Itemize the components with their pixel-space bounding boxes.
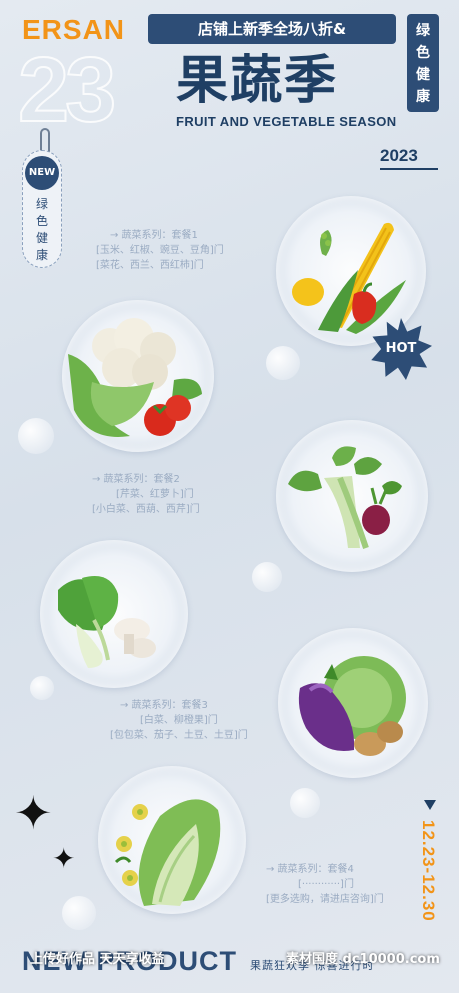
- set-2-line-3: [小白菜、西葫、西芹]门: [92, 504, 200, 515]
- deco-bubble: [30, 676, 54, 700]
- date-range: 12.23-12.30: [419, 820, 438, 922]
- set-3-line-2: [白菜、柳橙果]门: [140, 715, 218, 726]
- new-badge: NEW: [25, 156, 59, 190]
- year-label: 2023: [380, 146, 418, 165]
- page-title: 果蔬季: [176, 51, 339, 111]
- side-tag-text: 绿色健康: [416, 23, 430, 105]
- cabbage-icon: [114, 799, 221, 906]
- sparkle-icon: ✦: [14, 786, 53, 840]
- set-1-text: → 蔬菜系列：套餐1 [玉米、红椒、豌豆、豆角]门 [菜花、西兰、西红柿]门: [96, 228, 224, 273]
- deco-bubble: [252, 562, 282, 592]
- deco-bubble: [62, 896, 96, 930]
- set-2-text: → 蔬菜系列：套餐2 [芹菜、红萝卜]门 [小白菜、西葫、西芹]门: [92, 472, 200, 517]
- year-underline: [380, 168, 438, 170]
- eggplant-icon: [298, 656, 406, 756]
- set-3-text: → 蔬菜系列：套餐3 [白菜、柳橙果]门 [包包菜、茄子、土豆、土豆]门: [110, 698, 248, 743]
- deco-bubble: [290, 788, 320, 818]
- watermark-right: 素材国度 dc10000.com: [286, 952, 440, 967]
- date-arrow-icon: [424, 800, 436, 810]
- corn-icon: [292, 222, 406, 334]
- set-1-title: → 蔬菜系列：套餐1: [110, 230, 198, 241]
- promo-banner: 店铺上新季全场八折&: [148, 14, 396, 44]
- bok-choy-icon: [58, 576, 156, 668]
- set-4-line-3: [更多选购，请进店咨询]门: [266, 894, 384, 905]
- set-3-line-3: [包包菜、茄子、土豆、土豆]门: [110, 730, 248, 741]
- watermark-left: 上传好作品 天天享收益: [30, 952, 165, 967]
- set-4-text: → 蔬菜系列：套餐4 [············]门 [更多选购，请进店咨询]门: [266, 862, 384, 907]
- set-4-line-2: [············]门: [298, 879, 354, 890]
- set-1-line-2: [玉米、红椒、豌豆、豆角]门: [96, 245, 224, 256]
- cauliflower-icon: [68, 318, 202, 437]
- deco-bubble: [266, 346, 300, 380]
- hanging-tag-text: 绿色健康: [35, 197, 48, 262]
- side-tag: 绿色健康: [407, 14, 439, 112]
- set-3-title: → 蔬菜系列：套餐3: [120, 700, 208, 711]
- set-2-title: → 蔬菜系列：套餐2: [92, 474, 180, 485]
- big-number: 23: [17, 39, 117, 141]
- set-1-line-3: [菜花、西兰、西红柿]门: [96, 260, 204, 271]
- deco-bubble: [18, 418, 54, 454]
- celery-icon: [288, 446, 402, 549]
- set-4-title: → 蔬菜系列：套餐4: [266, 864, 354, 875]
- sparkle-icon: ✦: [52, 842, 76, 875]
- set-2-line-2: [芹菜、红萝卜]门: [116, 489, 194, 500]
- page-subtitle: FRUIT AND VEGETABLE SEASON: [176, 114, 397, 129]
